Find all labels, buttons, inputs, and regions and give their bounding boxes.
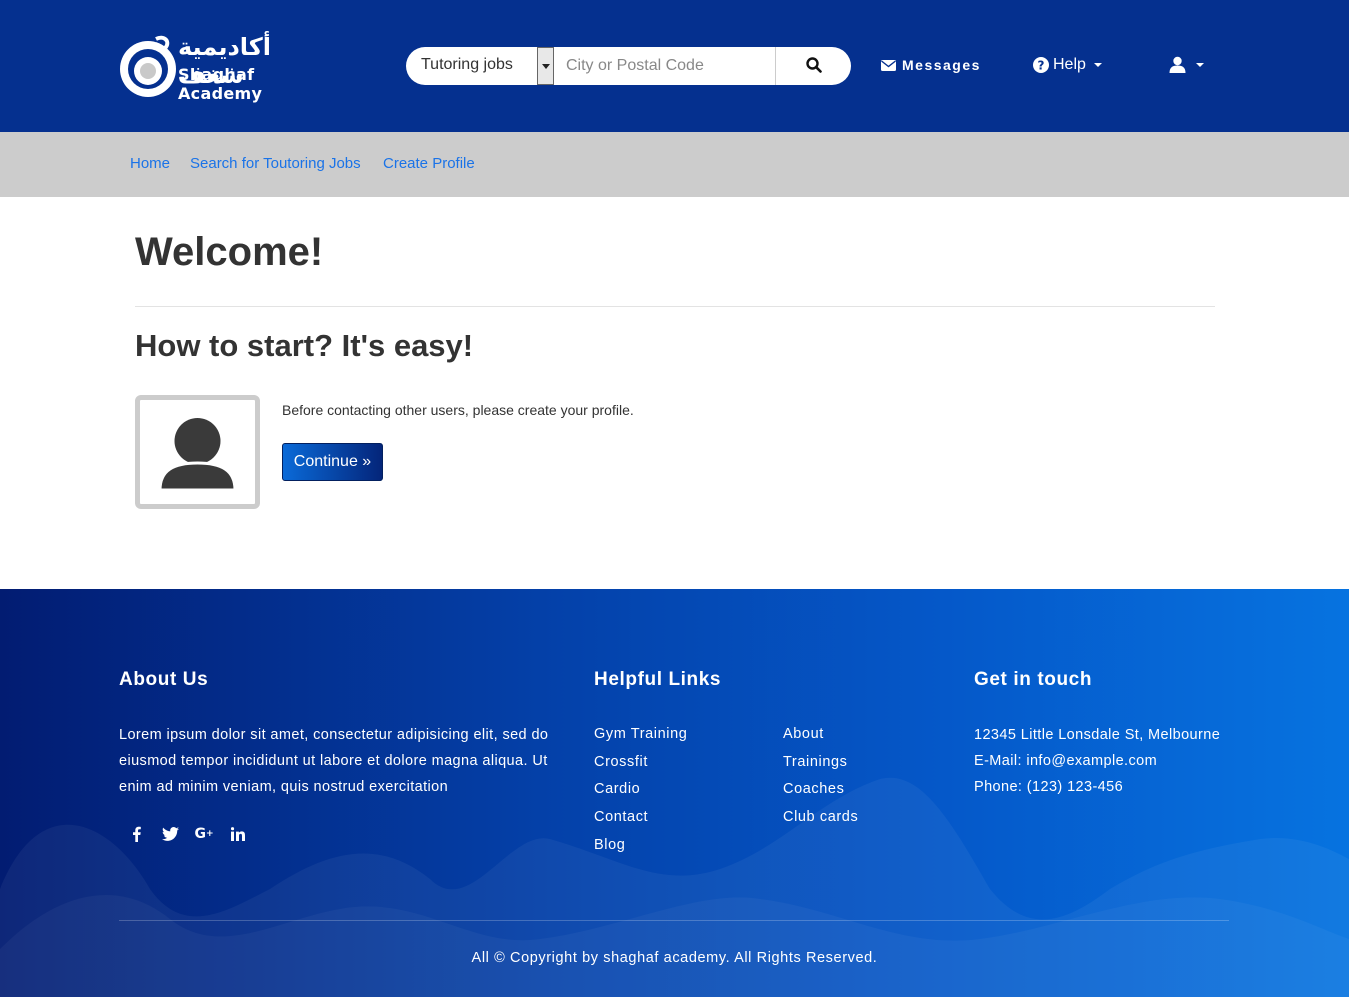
nav-home-link[interactable]: Home: [130, 155, 170, 172]
user-icon: [1169, 56, 1186, 73]
footer-link-trainings[interactable]: Trainings: [783, 754, 848, 770]
messages-label: Messages: [902, 57, 981, 73]
footer-link-contact[interactable]: Contact: [594, 809, 648, 825]
breadcrumb-nav: Home Search for Toutoring Jobs Create Pr…: [0, 132, 1349, 197]
continue-button[interactable]: Continue »: [282, 443, 383, 481]
section-heading: How to start? It's easy!: [135, 328, 474, 363]
footer-link-blog[interactable]: Blog: [594, 837, 625, 853]
nav-create-profile-link[interactable]: Create Profile: [383, 155, 475, 172]
footer-link-gym-training[interactable]: Gym Training: [594, 726, 687, 742]
logo-text-english: Shaghaf Academy: [178, 65, 263, 103]
nav-search-jobs-link[interactable]: Search for Toutoring Jobs: [190, 155, 361, 172]
user-menu[interactable]: [1169, 56, 1204, 73]
footer-divider: [119, 920, 1229, 921]
search-button[interactable]: [777, 47, 851, 85]
location-input[interactable]: [554, 47, 776, 85]
footer-link-club-cards[interactable]: Club cards: [783, 809, 858, 825]
contact-phone: Phone: (123) 123-456: [974, 779, 1124, 795]
category-dropdown-toggle[interactable]: [537, 47, 554, 85]
social-links: G +: [127, 825, 247, 843]
site-footer: About Us Lorem ipsum dolor sit amet, con…: [0, 589, 1349, 997]
help-label: Help: [1053, 56, 1086, 73]
question-circle-icon: ?: [1033, 57, 1049, 73]
divider: [135, 306, 1215, 307]
site-header: أكاديمية شغف Shaghaf Academy Tutoring jo…: [0, 0, 1349, 132]
help-dropdown[interactable]: ? Help: [1033, 56, 1102, 74]
envelope-icon: [881, 59, 896, 71]
footer-about-text: Lorem ipsum dolor sit amet, consectetur …: [119, 727, 549, 795]
chevron-down-icon: [1196, 62, 1204, 67]
footer-link-coaches[interactable]: Coaches: [783, 781, 844, 797]
messages-link[interactable]: Messages: [881, 57, 981, 73]
footer-about-heading: About Us: [119, 669, 209, 690]
logo-mark-icon: [120, 35, 176, 97]
contact-address: 12345 Little Lonsdale St, Melbourne: [974, 727, 1221, 743]
svg-text:?: ?: [1038, 59, 1045, 73]
footer-links-heading: Helpful Links: [594, 669, 722, 690]
linkedin-icon[interactable]: [229, 825, 247, 843]
category-select[interactable]: Tutoring jobs: [421, 56, 513, 74]
search-bar: Tutoring jobs: [406, 47, 851, 85]
chevron-down-icon: [1093, 63, 1102, 67]
page-title: Welcome!: [135, 230, 324, 274]
twitter-icon[interactable]: [161, 825, 179, 843]
profile-avatar: [135, 395, 260, 509]
footer-link-about[interactable]: About: [783, 726, 824, 742]
facebook-icon[interactable]: [127, 825, 145, 843]
footer-link-crossfit[interactable]: Crossfit: [594, 754, 648, 770]
user-placeholder-icon: [158, 418, 237, 492]
contact-email[interactable]: E-Mail: info@example.com: [974, 748, 1234, 774]
site-logo[interactable]: أكاديمية شغف Shaghaf Academy: [118, 33, 338, 103]
intro-text: Before contacting other users, please cr…: [282, 402, 634, 418]
footer-contact-heading: Get in touch: [974, 669, 1093, 690]
footer-link-cardio[interactable]: Cardio: [594, 781, 640, 797]
footer-contact-info: 12345 Little Lonsdale St, Melbourne E-Ma…: [974, 722, 1234, 800]
search-icon: [806, 56, 822, 73]
copyright-text: All © Copyright by shaghaf academy. All …: [471, 950, 878, 966]
google-plus-icon[interactable]: G +: [194, 825, 213, 843]
